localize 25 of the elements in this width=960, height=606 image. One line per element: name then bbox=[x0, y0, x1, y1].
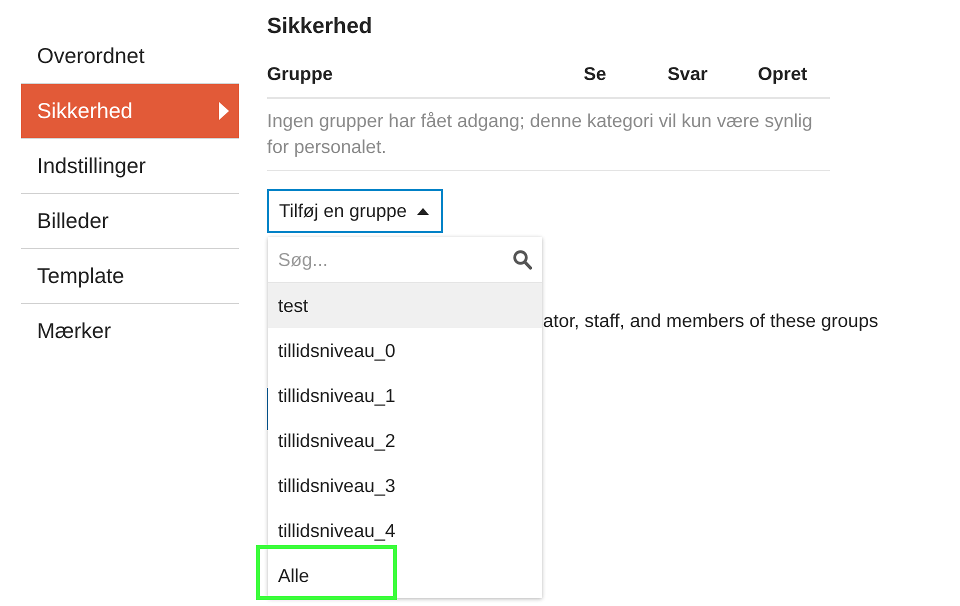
dropdown-option[interactable]: tillidsniveau_1 bbox=[268, 373, 542, 418]
field-border bbox=[267, 388, 269, 430]
sidebar-item[interactable]: Mærker bbox=[21, 304, 239, 358]
column-header: Se bbox=[584, 62, 606, 84]
dropdown-option[interactable]: test bbox=[268, 283, 542, 328]
caret-icon bbox=[219, 102, 229, 120]
empty-message: Ingen grupper har fået adgang; denne kategori vil kun være synlig for personalet. bbox=[267, 99, 830, 171]
section-title: Sikkerhed bbox=[267, 14, 374, 38]
sidebar-item[interactable]: Template bbox=[21, 249, 239, 304]
sidebar-item[interactable]: Sikkerhed bbox=[21, 84, 239, 139]
dropdown-option[interactable]: tillidsniveau_3 bbox=[268, 463, 542, 508]
sidebar-item[interactable]: Billeder bbox=[21, 194, 239, 249]
help-text: ator, staff, and members of these groups bbox=[543, 311, 878, 331]
dropdown-option[interactable]: tillidsniveau_4 bbox=[268, 508, 542, 553]
sidebar-item[interactable]: Indstillinger bbox=[21, 139, 239, 194]
caret-icon bbox=[417, 208, 429, 214]
dropdown-option[interactable]: tillidsniveau_2 bbox=[268, 418, 542, 463]
search-field[interactable]: Søg... bbox=[268, 237, 513, 282]
column-header: Gruppe bbox=[267, 62, 333, 84]
column-header: Svar bbox=[667, 62, 708, 84]
search-icon bbox=[513, 250, 532, 270]
dropdown-option[interactable]: tillidsniveau_0 bbox=[268, 328, 542, 373]
column-header: Opret bbox=[758, 62, 808, 84]
dropdown-option[interactable]: Alle bbox=[268, 553, 542, 598]
add-group-button[interactable]: Tilføj en gruppe bbox=[267, 189, 443, 233]
